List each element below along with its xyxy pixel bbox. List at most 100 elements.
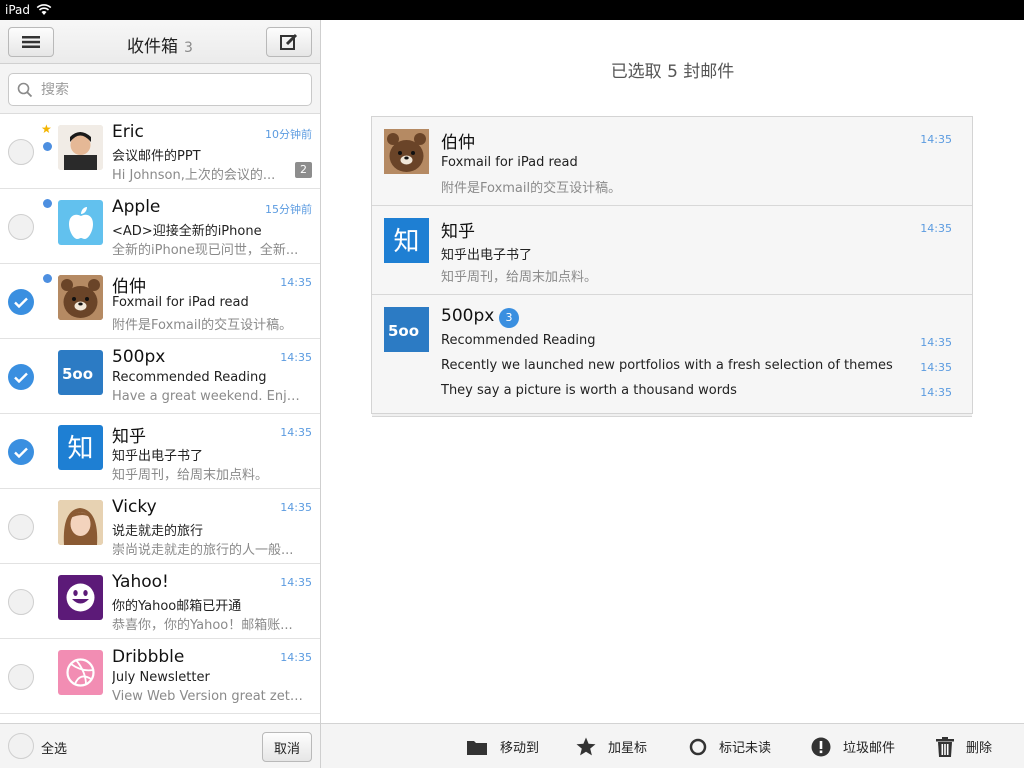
trash-icon [936, 736, 954, 757]
svg-text:知: 知 [393, 227, 419, 257]
select-all-checkbox[interactable] [8, 733, 34, 759]
select-checkbox[interactable] [8, 214, 34, 240]
message-subject: 会议邮件的PPT [112, 149, 201, 164]
cancel-button[interactable]: 取消 [262, 732, 312, 762]
message-row[interactable]: ★ Eric 10分钟前 会议邮件的PPT Hi Johnson,上次的会议的.… [0, 114, 320, 189]
delete-button[interactable]: 删除 [936, 724, 992, 769]
zhihu-logo-icon: 知 [67, 434, 93, 464]
message-preview: Have a great weekend. Enjoy ... [112, 389, 307, 404]
sender-name: 500px [112, 347, 166, 367]
message-preview: View Web Version great zetus... [112, 689, 307, 704]
avatar: 5oo [58, 350, 103, 395]
message-preview: Hi Johnson,上次的会议的... [112, 168, 276, 183]
message-row[interactable]: 知 知乎 14:35 知乎出电子书了 知乎周刊，给周末加点料。 [0, 414, 320, 489]
thread-line: Recommended Reading [441, 333, 596, 348]
svg-text:5oo: 5oo [388, 322, 419, 340]
avatar [384, 129, 429, 174]
message-preview: 知乎周刊，给周末加点料。 [112, 468, 269, 483]
message-row[interactable]: Apple 15分钟前 <AD>迎接全新的iPhone 全新的iPhone现已问… [0, 189, 320, 264]
star-button[interactable]: 加星标 [576, 724, 647, 769]
move-to-label: 移动到 [500, 741, 540, 756]
compose-button[interactable] [266, 27, 312, 57]
message-time: 10分钟前 [265, 128, 312, 141]
500px-logo-icon: 5oo [62, 365, 93, 383]
inbox-title-label: 收件箱 [127, 37, 179, 57]
message-subject: 知乎出电子书了 [112, 449, 204, 464]
compose-icon [280, 33, 298, 50]
wifi-icon [36, 4, 52, 15]
spam-label: 垃圾邮件 [843, 741, 896, 756]
message-preview: 附件是Foxmail的交互设计稿。 [441, 181, 622, 196]
message-row[interactable]: 5oo 500px 14:35 Recommended Reading Have… [0, 339, 320, 414]
unread-dot-icon [43, 142, 52, 151]
checkmark-icon [14, 297, 28, 308]
select-checkbox[interactable] [8, 364, 34, 390]
selected-message-card[interactable]: 5oo 500px 3 Recommended Reading 14:35 Re… [372, 295, 972, 413]
avatar: 知 [384, 218, 429, 263]
thread-count-badge: 3 [499, 308, 519, 328]
select-checkbox[interactable] [8, 439, 34, 465]
search-input[interactable] [41, 81, 291, 98]
message-row[interactable]: 伯仲 14:35 Foxmail for iPad read 附件是Foxmai… [0, 264, 320, 339]
star-icon [576, 737, 596, 756]
message-subject: 说走就走的旅行 [112, 524, 204, 539]
avatar [58, 200, 103, 245]
selected-message-card[interactable]: 知 知乎 14:35 知乎出电子书了 知乎周刊，给周末加点料。 [372, 206, 972, 295]
warning-icon [811, 737, 831, 756]
unread-circle-icon [689, 738, 707, 755]
inbox-unread-count: 3 [184, 40, 193, 56]
message-subject: 知乎出电子书了 [441, 248, 533, 263]
message-subject: Foxmail for iPad read [112, 295, 249, 310]
mark-unread-label: 标记未读 [719, 741, 772, 756]
select-checkbox[interactable] [8, 664, 34, 690]
svg-text:知: 知 [67, 434, 93, 464]
thread-line: They say a picture is worth a thousand w… [441, 383, 737, 398]
message-row[interactable]: Yahoo! 14:35 你的Yahoo邮箱已开通 恭喜你，你的Yahoo！邮箱… [0, 564, 320, 639]
action-toolbar: 移动到 加星标 标记未读 垃圾邮件 删除 [321, 723, 1024, 768]
select-checkbox[interactable] [8, 589, 34, 615]
message-list: ★ Eric 10分钟前 会议邮件的PPT Hi Johnson,上次的会议的.… [0, 114, 320, 723]
message-preview: 知乎周刊，给周末加点料。 [441, 270, 598, 285]
thread-line: Recently we launched new portfolios with… [441, 358, 893, 373]
move-to-button[interactable]: 移动到 [466, 724, 539, 769]
avatar: 知 [58, 425, 103, 470]
message-row[interactable]: Dribbble 14:35 July Newsletter View Web … [0, 639, 320, 714]
sender-name: 伯仲 [441, 133, 475, 153]
selection-title: 已选取 5 封邮件 [610, 62, 735, 82]
status-bar: iPad [0, 0, 1024, 20]
apple-logo-icon [68, 206, 93, 239]
bear-icon [58, 275, 103, 320]
search-icon [17, 82, 33, 97]
avatar: 5oo [384, 307, 429, 352]
select-all-label[interactable]: 全选 [41, 738, 67, 757]
avatar [58, 650, 103, 695]
sender-name: 知乎 [441, 222, 475, 242]
selected-message-card[interactable]: 伯仲 14:35 Foxmail for iPad read 附件是Foxmai… [372, 117, 972, 206]
bear-icon [384, 129, 429, 174]
sender-name: 知乎 [112, 427, 146, 447]
message-time: 14:35 [280, 426, 312, 439]
avatar [58, 275, 103, 320]
mark-unread-button[interactable]: 标记未读 [689, 724, 771, 769]
message-subject: July Newsletter [112, 670, 210, 685]
message-time: 14:35 [920, 133, 952, 146]
message-subject: Foxmail for iPad read [441, 155, 578, 170]
select-checkbox[interactable] [8, 514, 34, 540]
star-label: 加星标 [608, 741, 648, 756]
spam-button[interactable]: 垃圾邮件 [811, 724, 895, 769]
unread-dot-icon [43, 274, 52, 283]
zhihu-logo-icon: 知 [393, 227, 419, 257]
person-vicky-icon [58, 500, 103, 545]
select-checkbox[interactable] [8, 139, 34, 165]
delete-label: 删除 [966, 741, 993, 756]
message-preview: 恭喜你，你的Yahoo！邮箱账... [112, 618, 293, 633]
folder-icon [467, 740, 487, 755]
search-box[interactable] [8, 73, 312, 106]
sender-name: Dribbble [112, 647, 185, 667]
message-subject: 你的Yahoo邮箱已开通 [112, 599, 242, 614]
device-label: iPad [5, 3, 31, 17]
search-area [0, 64, 320, 114]
message-time: 14:35 [280, 501, 312, 514]
select-checkbox[interactable] [8, 289, 34, 315]
message-row[interactable]: Vicky 14:35 说走就走的旅行 崇尚说走就走的旅行的人一般... [0, 489, 320, 564]
